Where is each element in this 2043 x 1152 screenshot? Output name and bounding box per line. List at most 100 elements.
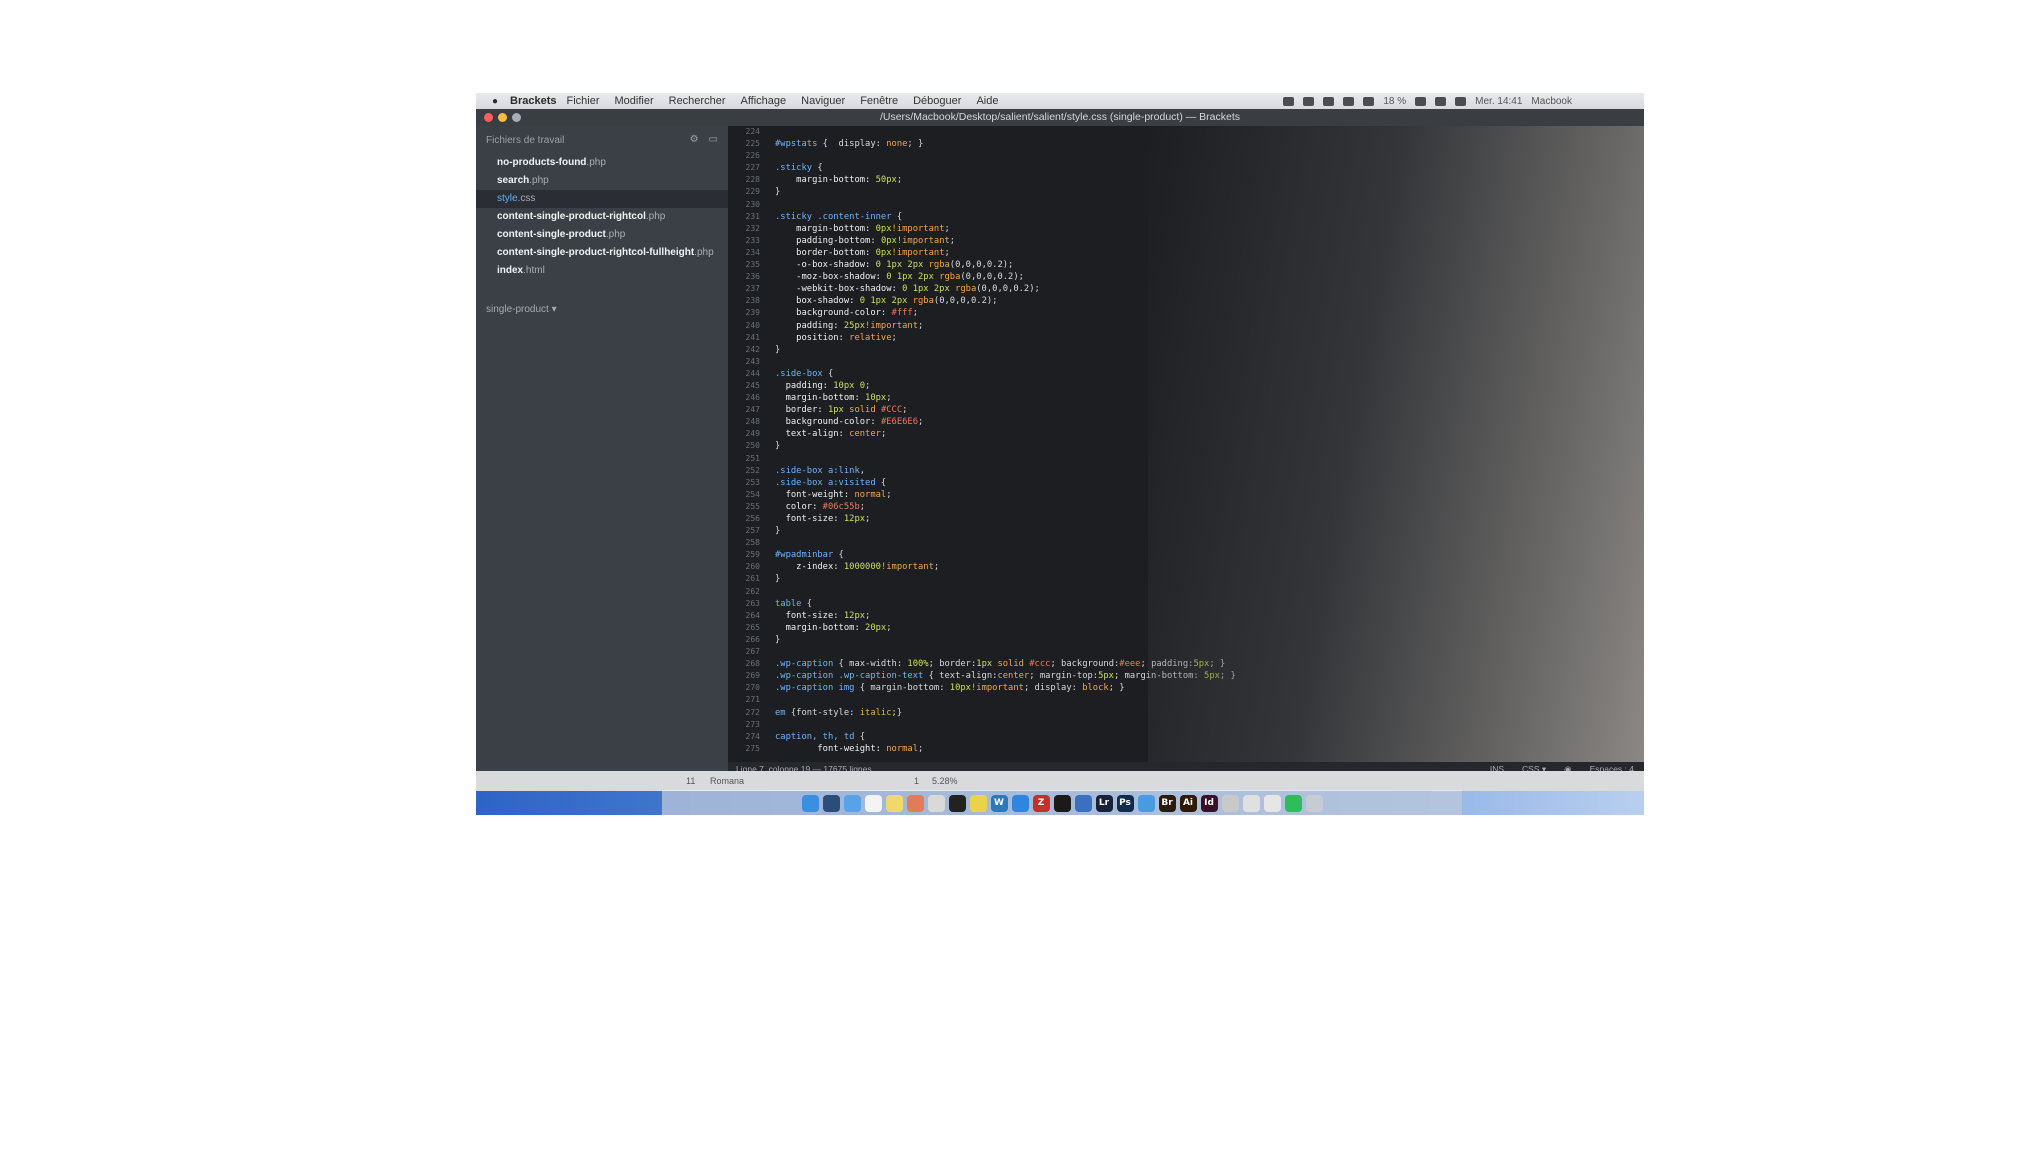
dashboard-icon[interactable] xyxy=(822,795,840,812)
menu-item[interactable]: Naviguer xyxy=(801,95,845,107)
close-window-button[interactable] xyxy=(484,113,493,122)
working-file-item[interactable]: content-single-product-rightcol-fullheig… xyxy=(476,244,728,262)
code-line[interactable]: border: 1px solid #CCC; xyxy=(775,404,1635,416)
code-line[interactable]: -webkit-box-shadow: 0 1px 2px rgba(0,0,0… xyxy=(775,283,1635,295)
photoshop-icon[interactable]: Ps xyxy=(1116,795,1134,812)
code-line[interactable]: box-shadow: 0 1px 2px rgba(0,0,0,0.2); xyxy=(775,295,1635,307)
menubar-clock[interactable]: Mer. 14:41 xyxy=(1475,96,1522,107)
airplay-icon[interactable] xyxy=(1363,96,1375,106)
notes-icon[interactable] xyxy=(885,795,903,812)
brackets-icon[interactable] xyxy=(1074,795,1092,812)
itunes-icon[interactable] xyxy=(1263,795,1281,812)
drive-icon[interactable] xyxy=(1137,795,1155,812)
code-line[interactable] xyxy=(775,694,1635,706)
code-line[interactable]: z-index: 1000000!important; xyxy=(775,561,1635,573)
indesign-icon[interactable]: Id xyxy=(1200,795,1218,812)
code-line[interactable] xyxy=(775,453,1635,465)
sync-icon[interactable] xyxy=(1303,96,1315,106)
mail-icon[interactable] xyxy=(843,795,861,812)
code-line[interactable]: .wp-caption img { margin-bottom: 10px!im… xyxy=(775,682,1635,694)
code-line[interactable]: .side-box a:link, xyxy=(775,465,1635,477)
code-line[interactable]: } xyxy=(775,634,1635,646)
split-view-icon[interactable]: ▭ xyxy=(709,134,718,145)
code-line[interactable] xyxy=(775,356,1635,368)
dropbox-icon[interactable] xyxy=(1283,96,1295,106)
menu-item[interactable]: Modifier xyxy=(615,95,654,107)
code-line[interactable] xyxy=(775,646,1635,658)
code-line[interactable] xyxy=(775,537,1635,549)
code-line[interactable]: caption, th, td { xyxy=(775,731,1635,743)
code-line[interactable] xyxy=(775,199,1635,211)
code-line[interactable]: -o-box-shadow: 0 1px 2px rgba(0,0,0,0.2)… xyxy=(775,259,1635,271)
code-line[interactable]: font-size: 12px; xyxy=(775,513,1635,525)
code-line[interactable]: table { xyxy=(775,598,1635,610)
photos-icon[interactable] xyxy=(906,795,924,812)
code-line[interactable]: margin-bottom: 10px; xyxy=(775,392,1635,404)
menu-item[interactable]: Déboguer xyxy=(913,95,961,107)
preview-icon[interactable] xyxy=(1242,795,1260,812)
wordpress-icon[interactable]: W xyxy=(990,795,1008,812)
trash-icon[interactable] xyxy=(1305,795,1323,812)
code-line[interactable]: #wpstats { display: none; } xyxy=(775,138,1635,150)
finder-icon[interactable] xyxy=(801,795,819,812)
code-line[interactable]: background-color: #fff; xyxy=(775,307,1635,319)
volume-icon[interactable] xyxy=(1435,96,1447,106)
code-line[interactable] xyxy=(775,150,1635,162)
code-line[interactable]: } xyxy=(775,186,1635,198)
menubar-user[interactable]: Macbook xyxy=(1531,96,1572,107)
calendar-icon[interactable] xyxy=(864,795,882,812)
code-line[interactable]: padding-bottom: 0px!important; xyxy=(775,235,1635,247)
working-file-item[interactable]: search.php xyxy=(476,172,728,190)
chrome-icon[interactable] xyxy=(969,795,987,812)
code-line[interactable]: font-weight: normal; xyxy=(775,489,1635,501)
menu-item[interactable]: Aide xyxy=(976,95,998,107)
drive-status-icon[interactable] xyxy=(1323,96,1335,106)
working-file-item[interactable]: content-single-product.php xyxy=(476,226,728,244)
code-line[interactable]: .wp-caption .wp-caption-text { text-alig… xyxy=(775,670,1635,682)
gear-icon[interactable]: ⚙ xyxy=(690,134,699,145)
code-line[interactable]: padding: 25px!important; xyxy=(775,320,1635,332)
working-file-item[interactable]: index.html xyxy=(476,262,728,280)
code-line[interactable]: } xyxy=(775,525,1635,537)
safari-icon[interactable] xyxy=(1011,795,1029,812)
code-line[interactable]: position: relative; xyxy=(775,332,1635,344)
code-line[interactable]: .side-box a:visited { xyxy=(775,477,1635,489)
lightroom-icon[interactable]: Lr xyxy=(1095,795,1113,812)
acrobat-icon[interactable] xyxy=(1221,795,1239,812)
code-editor[interactable]: 224 225 226 227 228 229 230 231 232 233 234 235 236 2… xyxy=(728,126,1644,762)
code-line[interactable]: } xyxy=(775,344,1635,356)
cloud-icon[interactable] xyxy=(1343,96,1355,106)
minimize-window-button[interactable] xyxy=(498,113,507,122)
wifi-icon[interactable] xyxy=(1455,96,1467,106)
code-line[interactable]: margin-bottom: 20px; xyxy=(775,622,1635,634)
code-line[interactable]: .wp-caption { max-width: 100%; border:1p… xyxy=(775,658,1635,670)
code-line[interactable]: -moz-box-shadow: 0 1px 2px rgba(0,0,0,0.… xyxy=(775,271,1635,283)
code-line[interactable] xyxy=(775,586,1635,598)
code-line[interactable]: .sticky { xyxy=(775,162,1635,174)
battery-percent[interactable]: 18 % xyxy=(1383,96,1406,107)
code-line[interactable]: .side-box { xyxy=(775,368,1635,380)
code-line[interactable]: } xyxy=(775,440,1635,452)
project-dropdown[interactable]: single-product ▾ xyxy=(486,304,557,315)
code-line[interactable]: } xyxy=(775,573,1635,585)
console-icon[interactable] xyxy=(1053,795,1071,812)
app-menu[interactable]: Brackets xyxy=(510,95,556,107)
menu-item[interactable]: Rechercher xyxy=(669,95,726,107)
filezilla-icon[interactable]: Z xyxy=(1032,795,1050,812)
code-line[interactable]: #wpadminbar { xyxy=(775,549,1635,561)
zoom-window-button[interactable] xyxy=(512,113,521,122)
menu-item[interactable]: Affichage xyxy=(740,95,786,107)
code-line[interactable]: color: #06c55b; xyxy=(775,501,1635,513)
code-line[interactable]: text-align: center; xyxy=(775,428,1635,440)
code-line[interactable]: background-color: #E6E6E6; xyxy=(775,416,1635,428)
spotify-icon[interactable] xyxy=(1284,795,1302,812)
files-icon[interactable] xyxy=(927,795,945,812)
code-line[interactable] xyxy=(775,719,1635,731)
working-file-item[interactable]: no-products-found.php xyxy=(476,154,728,172)
illustrator-icon[interactable]: Ai xyxy=(1179,795,1197,812)
working-file-item[interactable]: style.css xyxy=(476,190,728,208)
apple-menu-icon[interactable]: ● xyxy=(484,96,506,107)
bridge-icon[interactable]: Br xyxy=(1158,795,1176,812)
terminal-icon[interactable] xyxy=(948,795,966,812)
code-line[interactable]: em {font-style: italic;} xyxy=(775,707,1635,719)
